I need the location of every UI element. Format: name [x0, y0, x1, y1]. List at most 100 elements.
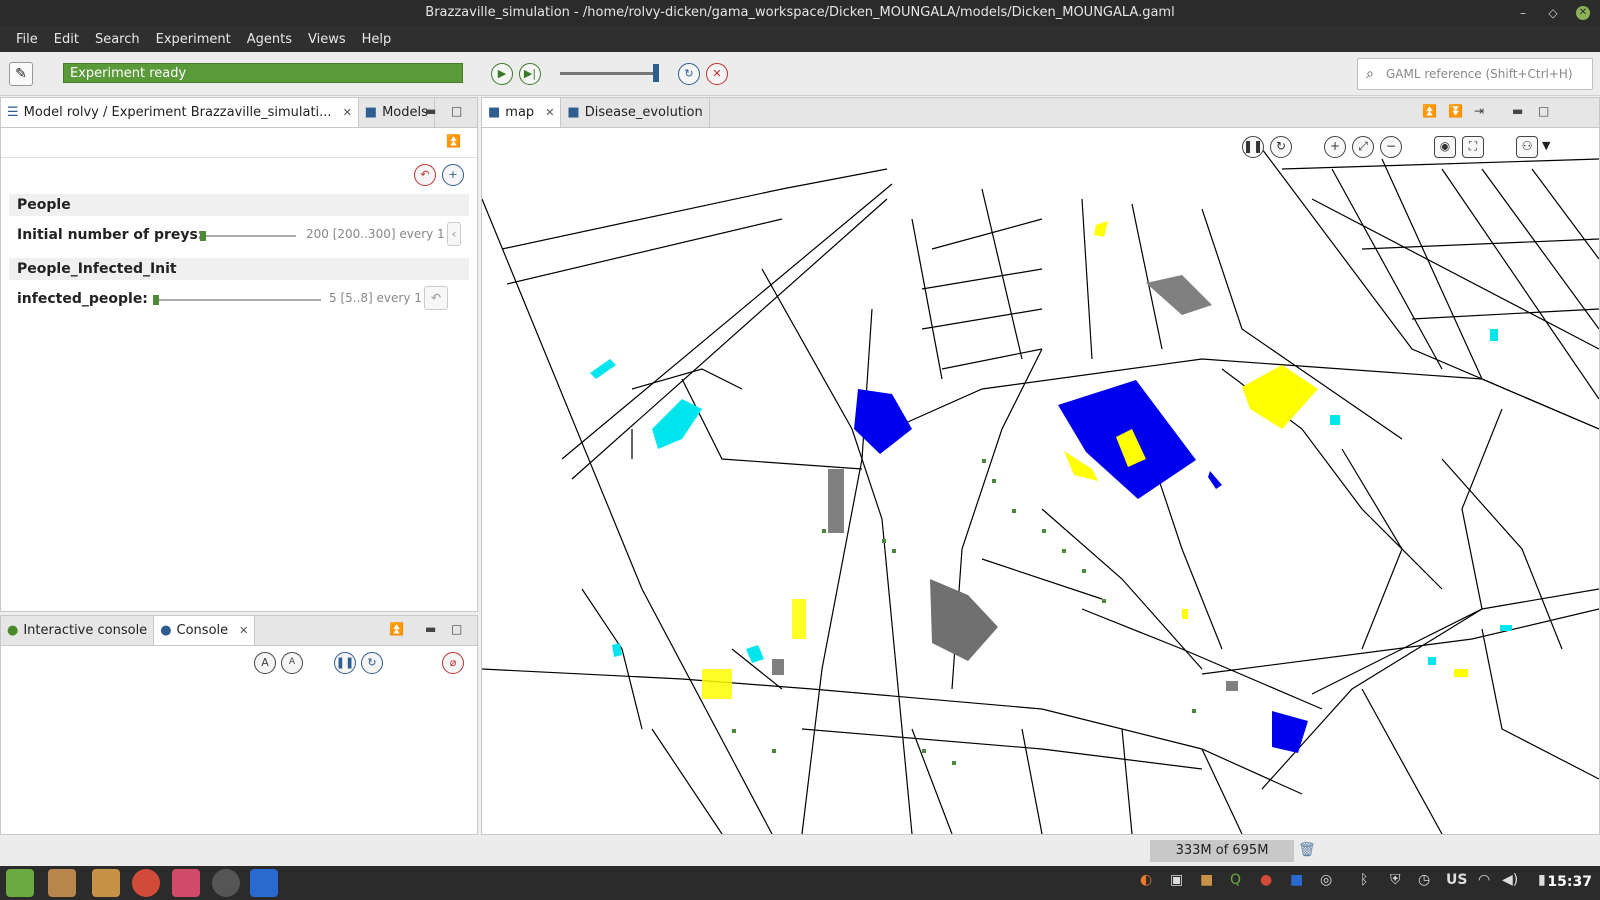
gaml-search-input[interactable]: ⌕ GAML reference (Shift+Ctrl+H)	[1357, 58, 1593, 90]
section-people-infected-init[interactable]: People_Infected_Init	[9, 258, 469, 280]
tray-gama-icon[interactable]: ◎	[1320, 872, 1332, 888]
glasses-app-icon[interactable]	[172, 869, 200, 897]
param-initial-preys: Initial number of preys: 200 [200..300] …	[1, 216, 477, 254]
window-titlebar: Brazzaville_simulation - /home/rolvy-dic…	[0, 0, 1600, 26]
menu-experiment[interactable]: Experiment	[148, 32, 239, 47]
gama-icon[interactable]	[212, 869, 240, 897]
keyboard-layout[interactable]: US	[1446, 872, 1467, 888]
speed-slider-thumb[interactable]	[653, 64, 659, 82]
console-panel: ● Interactive console ● Console ✕ ⏫ ▬ □ …	[0, 615, 478, 835]
camera-icon[interactable]: ◉	[1434, 136, 1456, 158]
qgis-icon[interactable]: Q	[1230, 872, 1241, 888]
tab-map[interactable]: ■ map ✕	[482, 98, 562, 127]
zoom-in-icon[interactable]: +	[1324, 136, 1346, 158]
clock[interactable]: 15:37	[1547, 874, 1592, 890]
restore-icon[interactable]: ◇	[1546, 6, 1560, 20]
stop-icon[interactable]: ✕	[706, 63, 728, 85]
collapse-icon[interactable]: ⏫	[1422, 104, 1437, 118]
tray-app-icon[interactable]: ◐	[1140, 872, 1152, 888]
tab-experiment-label: Model rolvy / Experiment Brazzaville_sim…	[23, 105, 332, 120]
minimize-view-icon[interactable]: ▬	[425, 104, 436, 118]
map-canvas[interactable]: ❚❚ ↻ + ⤢ − ◉ ⛶ ⚇ ▼	[482, 129, 1599, 834]
layers-icon[interactable]: ⚇	[1516, 136, 1538, 158]
collapse-icon[interactable]: ⏫	[389, 622, 404, 636]
menu-search[interactable]: Search	[87, 32, 148, 47]
toolbar: ✎ Experiment ready ▶ ▶| ↻ ✕ ⌕ GAML refer…	[0, 52, 1600, 96]
tray-bitwarden-icon[interactable]: ■	[1290, 872, 1303, 888]
tab-console-label: Console	[176, 623, 229, 638]
param-action-icon[interactable]: ↶	[424, 286, 448, 310]
battery-icon[interactable]: ▮	[1538, 872, 1546, 888]
terminal-icon[interactable]: ▣	[1170, 872, 1183, 888]
tab-console[interactable]: ● Console ✕	[154, 616, 256, 645]
infected-slider-thumb[interactable]	[153, 295, 159, 305]
close-tab-icon[interactable]: ✕	[239, 624, 248, 637]
maximize-view-icon[interactable]: □	[451, 104, 462, 118]
bluetooth-icon[interactable]: ᛒ	[1360, 872, 1368, 888]
wifi-icon[interactable]: ◠	[1478, 872, 1490, 888]
console-toolbar: A A ❚❚ ↻ ⌀	[1, 646, 477, 682]
side-by-side-icon[interactable]: ⇥	[1474, 104, 1484, 118]
chrome-icon[interactable]	[132, 869, 160, 897]
param-action-icon[interactable]: ‹	[447, 222, 461, 246]
menu-agents[interactable]: Agents	[239, 32, 300, 47]
expand-icon[interactable]: ⏬	[1448, 104, 1463, 118]
chevron-down-icon[interactable]: ▼	[1542, 139, 1550, 152]
maximize-view-icon[interactable]: □	[451, 622, 462, 636]
edit-icon[interactable]: ✎	[9, 62, 33, 86]
pause-icon[interactable]: ❚❚	[1242, 136, 1264, 158]
close-tab-icon[interactable]: ✕	[343, 106, 352, 119]
mint-menu-icon[interactable]	[6, 869, 34, 897]
minimize-view-icon[interactable]: ▬	[1512, 104, 1523, 118]
fullscreen-icon[interactable]: ⛶	[1462, 136, 1484, 158]
menu-edit[interactable]: Edit	[46, 32, 87, 47]
zoom-out-icon[interactable]: −	[1380, 136, 1402, 158]
minimize-icon[interactable]: –	[1516, 6, 1530, 20]
tab-disease-evolution[interactable]: ■ Disease_evolution	[561, 98, 710, 127]
parameters-icon: ☰	[7, 105, 19, 120]
play-icon[interactable]: ▶	[491, 63, 513, 85]
pause-icon[interactable]: ❚❚	[334, 652, 356, 674]
add-icon[interactable]: +	[442, 164, 464, 186]
sync-icon[interactable]: ↻	[361, 652, 383, 674]
preys-slider[interactable]	[200, 235, 296, 237]
close-icon[interactable]: ✕	[1576, 6, 1590, 20]
tab-interactive-console[interactable]: ● Interactive console	[1, 616, 155, 645]
files-icon[interactable]	[48, 869, 76, 897]
minimize-view-icon[interactable]: ▬	[425, 622, 436, 636]
sync-icon[interactable]: ↻	[1270, 136, 1292, 158]
step-icon[interactable]: ▶|	[519, 63, 541, 85]
tray-folder-icon[interactable]: ■	[1200, 872, 1213, 888]
tab-models[interactable]: ■ Models	[359, 98, 435, 127]
folder-icon[interactable]	[92, 869, 120, 897]
revert-icon[interactable]: ↶	[414, 164, 436, 186]
font-decrease-icon[interactable]: A	[281, 652, 303, 674]
bitwarden-icon[interactable]	[250, 869, 278, 897]
menu-file[interactable]: File	[8, 32, 46, 47]
clear-console-icon[interactable]: ⌀	[442, 652, 464, 674]
close-tab-icon[interactable]: ✕	[545, 106, 554, 119]
volume-icon[interactable]: ◀)	[1502, 872, 1518, 888]
reload-icon[interactable]: ↻	[678, 63, 700, 85]
update-icon[interactable]: ◷	[1418, 872, 1430, 888]
menu-help[interactable]: Help	[354, 32, 400, 47]
trash-icon[interactable]: 🗑	[1298, 842, 1316, 858]
speed-slider[interactable]	[560, 72, 656, 75]
menu-views[interactable]: Views	[300, 32, 354, 47]
font-increase-icon[interactable]: A	[254, 652, 276, 674]
tab-experiment[interactable]: ☰ Model rolvy / Experiment Brazzaville_s…	[1, 98, 359, 127]
city-map[interactable]	[482, 129, 1599, 834]
shield-icon[interactable]: ⛨	[1390, 872, 1401, 888]
window-title: Brazzaville_simulation - /home/rolvy-dic…	[425, 5, 1175, 20]
collapse-icon[interactable]: ⏫	[446, 134, 461, 148]
zoom-fit-icon[interactable]: ⤢	[1352, 136, 1374, 158]
section-people[interactable]: People	[9, 194, 469, 216]
map-panel: ■ map ✕ ■ Disease_evolution ⏫ ⏬ ⇥ ▬ □ ❚❚…	[481, 97, 1600, 835]
infected-slider[interactable]	[153, 299, 321, 301]
tab-models-label: Models	[382, 105, 428, 120]
tray-chrome-icon[interactable]: ●	[1260, 872, 1272, 888]
maximize-view-icon[interactable]: □	[1538, 104, 1549, 118]
tab-disease-evolution-label: Disease_evolution	[584, 105, 703, 120]
preys-slider-thumb[interactable]	[200, 231, 206, 241]
console-tabstrip: ● Interactive console ● Console ✕ ⏫ ▬ □	[1, 616, 477, 646]
